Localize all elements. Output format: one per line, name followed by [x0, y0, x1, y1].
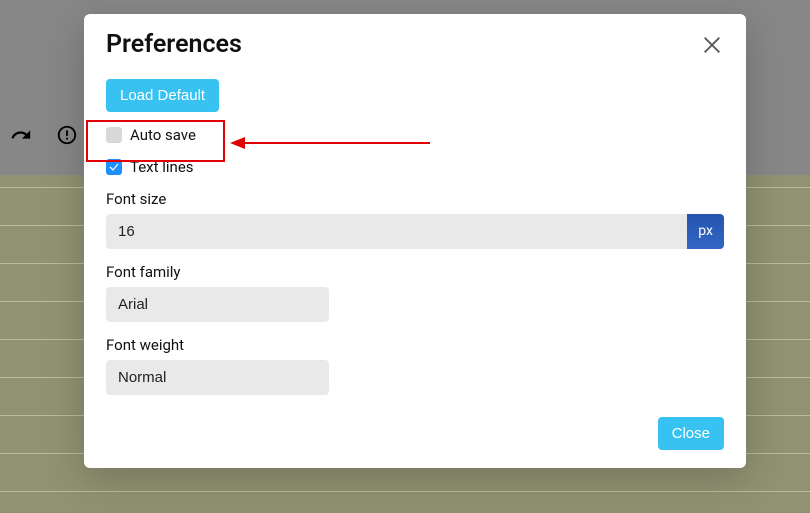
- autosave-checkbox[interactable]: [106, 127, 122, 143]
- textlines-option[interactable]: Text lines: [106, 158, 724, 176]
- modal-title: Preferences: [106, 30, 242, 59]
- modal-header: Preferences: [106, 30, 724, 59]
- textlines-checkbox[interactable]: [106, 159, 122, 175]
- font-size-unit: px: [687, 214, 724, 249]
- close-icon[interactable]: [700, 33, 724, 57]
- font-family-input[interactable]: [106, 287, 329, 322]
- preferences-modal: Preferences Load Default Auto save Text …: [84, 14, 746, 468]
- font-weight-label: Font weight: [106, 336, 724, 354]
- font-weight-input[interactable]: [106, 360, 329, 395]
- font-size-label: Font size: [106, 190, 724, 208]
- close-button[interactable]: Close: [658, 417, 724, 450]
- font-family-label: Font family: [106, 263, 724, 281]
- font-size-group: px: [106, 214, 724, 249]
- font-size-input[interactable]: [106, 214, 687, 249]
- autosave-option[interactable]: Auto save: [106, 126, 724, 144]
- autosave-label: Auto save: [130, 126, 196, 144]
- textlines-label: Text lines: [130, 158, 194, 176]
- load-default-button[interactable]: Load Default: [106, 79, 219, 112]
- modal-footer: Close: [106, 417, 724, 450]
